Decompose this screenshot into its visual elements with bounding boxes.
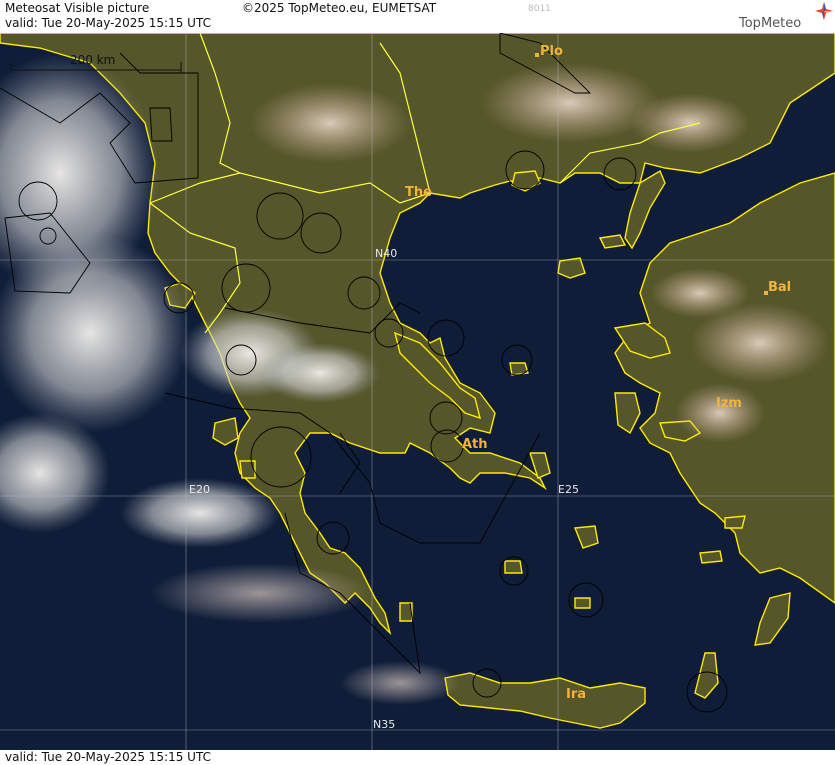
city-label-plo: Plo: [540, 44, 563, 59]
image-title: Meteosat Visible picture: [5, 1, 150, 15]
city-dot-plo: [535, 53, 539, 57]
footer-bar: valid: Tue 20-May-2025 15:15 UTC: [0, 750, 835, 765]
city-label-the: The: [405, 185, 432, 200]
grid-label-n35: N35: [373, 718, 395, 731]
logo-text: TopMeteo: [739, 16, 802, 31]
satellite-map[interactable]: Plo The Bal Izm Ath Ira N40 E20 E25 N35 …: [0, 33, 835, 750]
samothrace-island: [598, 234, 627, 249]
city-label-bal: Bal: [768, 280, 791, 295]
kalymnos-island: [699, 550, 723, 564]
skyros-island: [509, 362, 529, 376]
grid-label-e25: E25: [558, 483, 579, 496]
compass-star-icon: [815, 2, 833, 20]
image-code: 8011: [528, 4, 551, 14]
scale-label: 200 km: [70, 53, 115, 67]
valid-time: valid: Tue 20-May-2025 15:15 UTC: [5, 16, 211, 30]
zakynthos-island: [239, 460, 256, 479]
kos-island: [724, 515, 746, 529]
grid-label-n40: N40: [375, 247, 397, 260]
header-bar: Meteosat Visible picture valid: Tue 20-M…: [0, 0, 835, 33]
city-label-ira: Ira: [566, 687, 586, 702]
grid-label-e20: E20: [189, 483, 210, 496]
copyright-credit: ©2025 TopMeteo.eu, EUMETSAT: [242, 1, 437, 15]
footer-valid-time: valid: Tue 20-May-2025 15:15 UTC: [5, 750, 211, 764]
city-label-izm: Izm: [716, 396, 742, 411]
milos-island: [504, 560, 523, 574]
city-label-ath: Ath: [462, 437, 488, 452]
santorini-island: [574, 597, 591, 609]
topmeteo-logo[interactable]: TopMeteo: [739, 2, 835, 32]
limnos-island: [557, 257, 586, 279]
